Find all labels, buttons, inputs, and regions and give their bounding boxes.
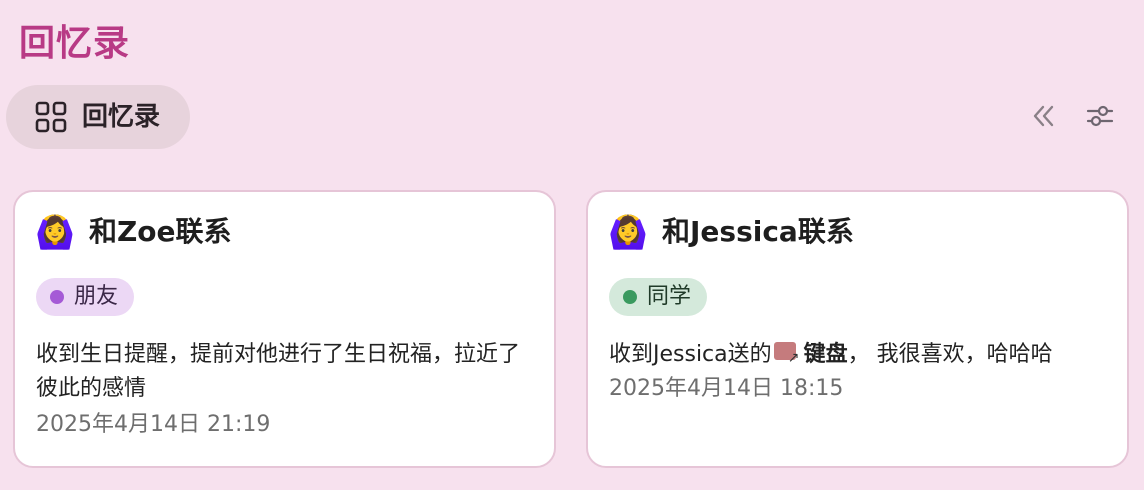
- gift-image-link-icon[interactable]: ↗: [773, 342, 800, 365]
- collapse-button[interactable]: [1025, 100, 1061, 136]
- relationship-tag: 同学: [609, 278, 708, 316]
- card-title: 和Zoe联系: [89, 215, 232, 248]
- filter-button[interactable]: [1082, 100, 1118, 136]
- page-title: 回忆录: [19, 23, 131, 64]
- description-item: 键盘: [803, 342, 848, 367]
- tag-dot-icon: [623, 290, 637, 304]
- card-title: 和Jessica联系: [662, 215, 854, 248]
- description-suffix: ， 我很喜欢，哈哈哈: [847, 342, 1053, 367]
- relationship-tag: 朋友: [36, 278, 135, 316]
- card-header: 🙆‍♀️ 和Jessica联系: [608, 212, 854, 252]
- tag-label: 同学: [647, 284, 692, 309]
- view-selector-button[interactable]: 回忆录: [6, 85, 190, 149]
- person-gesturing-ok-icon: 🙆‍♀️: [608, 213, 648, 251]
- description-prefix: 收到Jessica送的: [609, 342, 772, 367]
- grid-icon: [34, 100, 68, 134]
- card-date: 2025年4月14日 21:19: [36, 412, 271, 437]
- double-chevron-left-icon: [1029, 102, 1057, 134]
- card-description: 收到生日提醒，提前对他进行了生日祝福，拉近了彼此的感情: [36, 342, 521, 401]
- view-selector-label: 回忆录: [82, 102, 161, 132]
- memory-card[interactable]: 🙆‍♀️ 和Jessica联系 同学 收到Jessica送的 ↗ 键盘， 我很喜欢，…: [586, 190, 1129, 468]
- memory-card[interactable]: 🙆‍♀️ 和Zoe联系 朋友 收到生日提醒，提前对他进行了生日祝福，拉近了彼此的…: [13, 190, 556, 468]
- card-header: 🙆‍♀️ 和Zoe联系: [35, 212, 232, 252]
- person-gesturing-ok-icon: 🙆‍♀️: [35, 213, 75, 251]
- tag-dot-icon: [50, 290, 64, 304]
- tag-label: 朋友: [74, 284, 119, 309]
- card-date: 2025年4月14日 18:15: [609, 376, 844, 401]
- card-description: 收到Jessica送的 ↗ 键盘， 我很喜欢，哈哈哈: [609, 338, 1109, 372]
- sliders-icon: [1085, 101, 1115, 135]
